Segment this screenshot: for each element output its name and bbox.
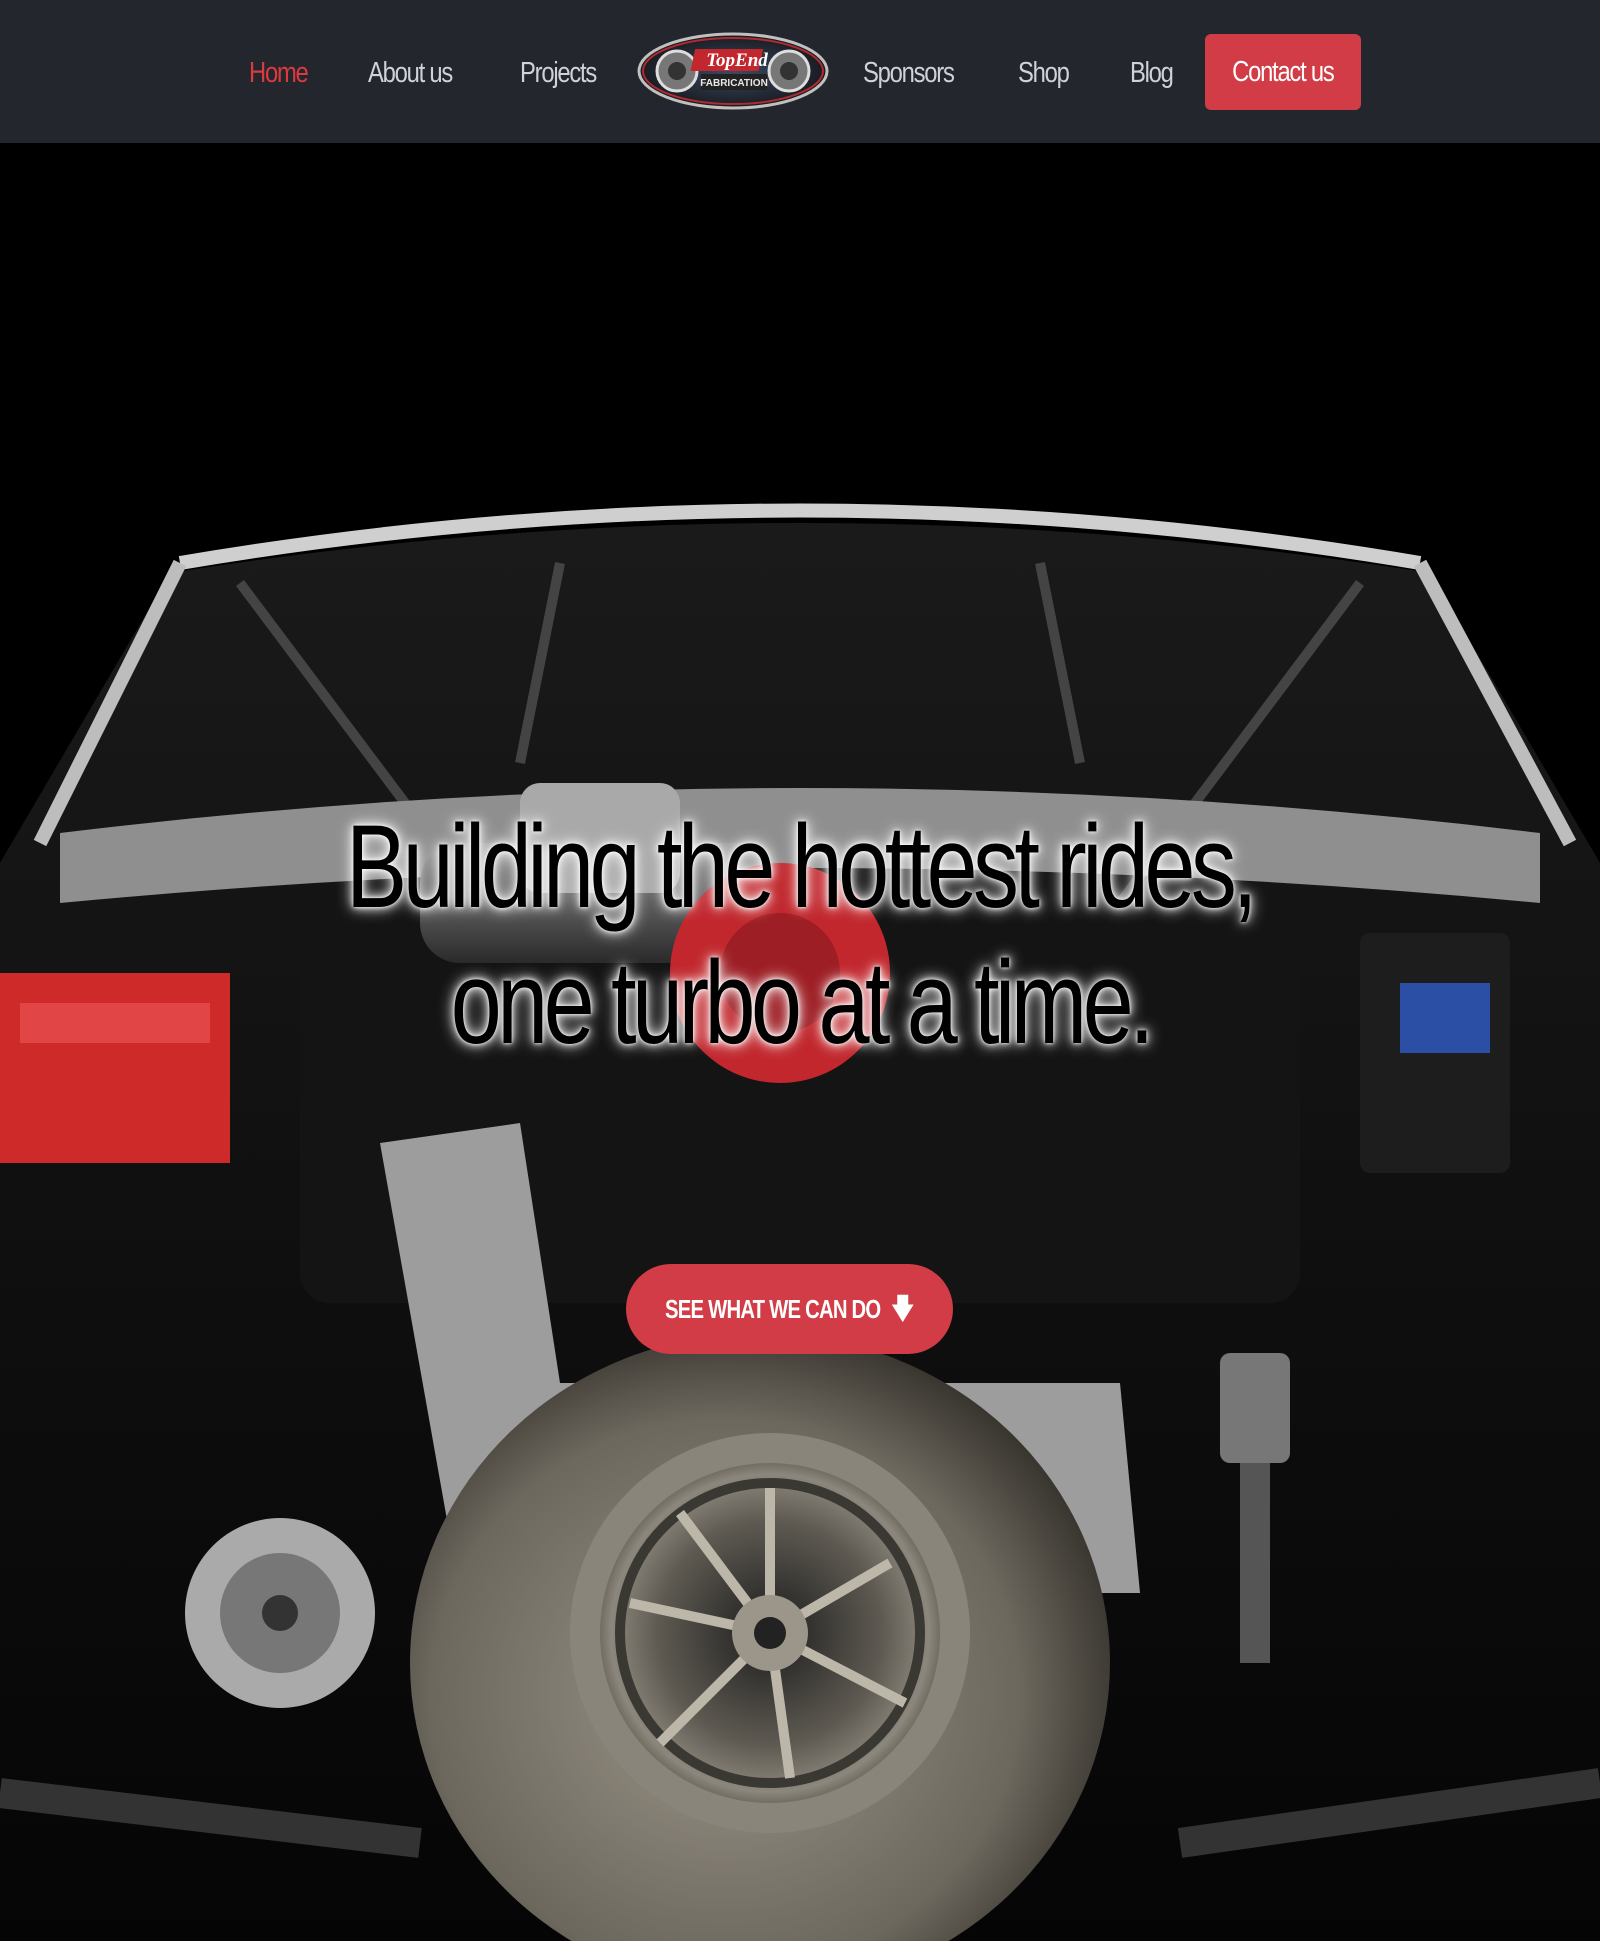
nav-blog[interactable]: Blog	[1130, 48, 1174, 98]
svg-text:FABRICATION: FABRICATION	[700, 78, 768, 89]
cta-label: SEE WHAT WE CAN DO	[665, 1294, 881, 1324]
hero-section: Building the hottest rides, one turbo at…	[0, 143, 1600, 1941]
logo-text-top: TopEnd	[706, 50, 768, 71]
top-navbar: Home About us Projects TopEnd FABRICATIO…	[0, 0, 1600, 143]
site-logo[interactable]: TopEnd FABRICATION	[637, 31, 829, 111]
nav-projects[interactable]: Projects	[520, 48, 597, 98]
nav-sponsors[interactable]: Sponsors	[863, 48, 955, 98]
nav-home[interactable]: Home	[249, 48, 309, 98]
see-what-we-can-do-button[interactable]: SEE WHAT WE CAN DO 🡇	[626, 1264, 953, 1354]
nav-about-us[interactable]: About us	[368, 48, 453, 98]
arrow-down-icon: 🡇	[891, 1293, 914, 1324]
contact-us-button[interactable]: Contact us	[1205, 34, 1361, 110]
hero-headline-line-1: Building the hottest rides,	[346, 801, 1258, 933]
nav-shop[interactable]: Shop	[1018, 48, 1070, 98]
contact-us-label: Contact us	[1232, 56, 1335, 88]
hero-headline-line-2: one turbo at a time.	[450, 937, 1154, 1069]
